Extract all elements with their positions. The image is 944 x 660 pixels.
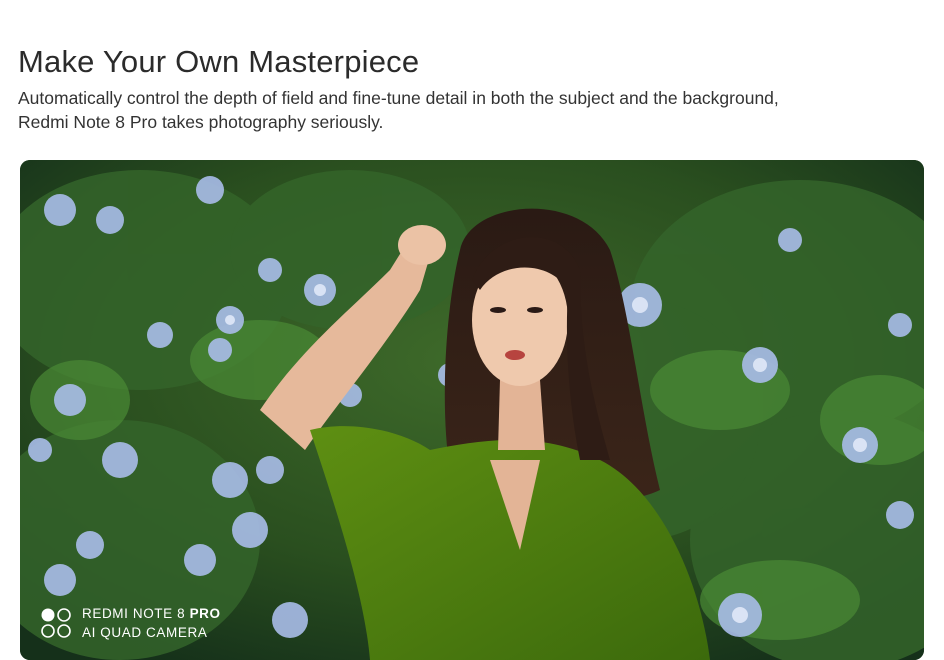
section-title: Make Your Own Masterpiece	[18, 44, 420, 79]
watermark-text: REDMI NOTE 8 PRO AI QUAD CAMERA	[82, 604, 221, 642]
section-description: Automatically control the depth of field…	[18, 86, 918, 134]
quad-camera-icon	[41, 608, 71, 638]
sample-photo: REDMI NOTE 8 PRO AI QUAD CAMERA	[20, 160, 924, 660]
watermark-model-suffix: PRO	[189, 606, 221, 621]
watermark-line-2: AI QUAD CAMERA	[82, 625, 208, 640]
watermark-model: REDMI NOTE 8	[82, 606, 190, 621]
camera-watermark: REDMI NOTE 8 PRO AI QUAD CAMERA	[40, 604, 221, 642]
portrait-photo-illustration	[20, 160, 924, 660]
description-line-1: Automatically control the depth of field…	[18, 88, 779, 108]
product-feature-section: Make Your Own Masterpiece Automatically …	[0, 0, 944, 660]
description-line-2: Redmi Note 8 Pro takes photography serio…	[18, 112, 384, 132]
watermark-line-1: REDMI NOTE 8 PRO	[82, 604, 221, 623]
